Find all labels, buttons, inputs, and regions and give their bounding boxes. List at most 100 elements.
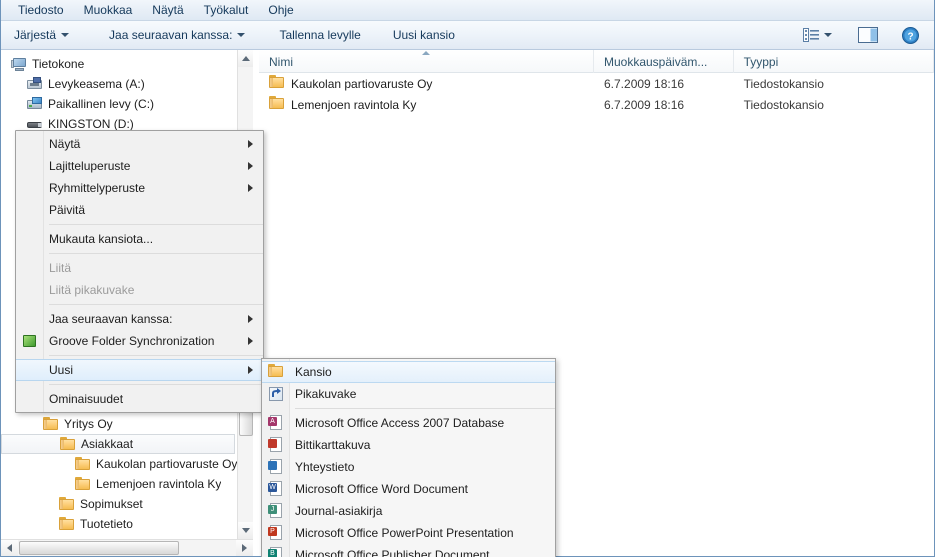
submenu-arrow-icon	[248, 337, 253, 345]
tree-item-sopimukset[interactable]: Sopimukset	[1, 494, 237, 514]
context-menu: Näytä Lajitteluperuste Ryhmittelyperuste Pä…	[15, 130, 264, 413]
context-menu-item-uusi[interactable]: Uusi	[16, 359, 263, 381]
context-menu-item-groove-folder-synchronization[interactable]: Groove Folder Synchronization	[16, 330, 263, 352]
menu-item-view[interactable]: Näytä	[143, 1, 192, 19]
submenu-arrow-icon	[248, 140, 253, 148]
submenu-item-journal-asiakirja[interactable]: J Journal-asiakirja	[262, 500, 555, 522]
tree-item-label: Levykeasema (A:)	[48, 77, 145, 91]
submenu-item-label: Journal-asiakirja	[295, 504, 383, 518]
context-menu-item-p-ivit[interactable]: Päivitä	[16, 199, 263, 221]
submenu-item-pikakuvake[interactable]: Pikakuvake	[262, 383, 555, 405]
folder-icon	[60, 437, 76, 451]
help-button[interactable]: ?	[897, 24, 924, 47]
new-submenu: Kansio Pikakuvake A Microsoft Office Access…	[261, 358, 556, 557]
submenu-item-kansio[interactable]: Kansio	[262, 361, 555, 383]
save-to-disc-button[interactable]: Tallenna levylle	[270, 24, 369, 46]
share-with-label: Jaa seuraavan kanssa:	[109, 28, 233, 42]
views-button[interactable]	[798, 25, 837, 45]
tree-item-asiakkaat[interactable]: Asiakkaat	[1, 434, 235, 454]
context-menu-item-ominaisuudet[interactable]: Ominaisuudet	[16, 388, 263, 410]
context-menu-item-label: Jaa seuraavan kanssa:	[49, 312, 173, 326]
toolbar-right-group: ?	[798, 24, 934, 47]
scroll-left-button[interactable]	[1, 540, 18, 556]
menu-item-edit[interactable]: Muokkaa	[75, 1, 142, 19]
menu-item-help[interactable]: Ohje	[259, 1, 302, 19]
submenu-item-microsoft-office-word-document[interactable]: W Microsoft Office Word Document	[262, 478, 555, 500]
file-row[interactable]: Lemenjoen ravintola Ky 6.7.2009 18:16 Tied…	[259, 94, 934, 115]
context-menu-item-ryhmittelyperuste[interactable]: Ryhmittelyperuste	[16, 177, 263, 199]
preview-pane-button[interactable]	[853, 24, 883, 46]
submenu-item-label: Yhteystieto	[295, 460, 355, 474]
folder-icon	[43, 417, 59, 431]
submenu-arrow-icon	[248, 315, 253, 323]
submenu-separator	[295, 408, 555, 409]
context-menu-item-label: Päivitä	[49, 203, 86, 217]
submenu-item-label: Microsoft Office PowerPoint Presentation	[295, 526, 514, 540]
tree-item-icon	[75, 457, 91, 471]
context-menu-item-label: Liitä	[49, 261, 72, 275]
scroll-down-button[interactable]	[238, 522, 253, 539]
submenu-item-icon: J	[268, 503, 284, 519]
tree-item-label: Sopimukset	[80, 497, 143, 511]
column-header-label: Muokkauspäiväm...	[603, 54, 708, 69]
tree-item-yritys-oy[interactable]: Yritys Oy	[1, 414, 237, 434]
submenu-item-icon	[268, 437, 284, 453]
nav-hscroll-thumb[interactable]	[19, 541, 179, 555]
context-menu-item-liit-pikakuvake: Liitä pikakuvake	[16, 279, 263, 301]
share-with-button[interactable]: Jaa seuraavan kanssa:	[100, 24, 254, 46]
tree-item-paikallinen-levy-c[interactable]: Paikallinen levy (C:)	[1, 94, 237, 114]
tree-item-kaukolan-partiovaruste-oy[interactable]: Kaukolan partiovaruste Oy	[1, 454, 237, 474]
views-list-icon	[803, 28, 819, 42]
submenu-item-bittikarttakuva[interactable]: Bittikarttakuva	[262, 434, 555, 456]
context-menu-item-label: Lajitteluperuste	[49, 159, 131, 173]
new-folder-button[interactable]: Uusi kansio	[384, 24, 464, 46]
svg-text:?: ?	[907, 31, 913, 42]
context-menu-item-mukauta-kansiota[interactable]: Mukauta kansiota...	[16, 228, 263, 250]
context-menu-item-label: Uusi	[49, 363, 74, 377]
menu-item-file[interactable]: Tiedosto	[9, 1, 73, 19]
save-to-disc-label: Tallenna levylle	[279, 28, 361, 42]
submenu-arrow-icon	[248, 162, 253, 170]
context-menu-item-n-yt[interactable]: Näytä	[16, 133, 263, 155]
submenu-item-microsoft-office-publisher-document[interactable]: B Microsoft Office Publisher Document	[262, 544, 555, 557]
tree-item-label: Lemenjoen ravintola Ky	[96, 477, 222, 491]
scroll-right-button[interactable]	[236, 540, 253, 556]
tree-item-levykeasema-a[interactable]: Levykeasema (A:)	[1, 74, 237, 94]
menu-item-tools[interactable]: Työkalut	[195, 1, 258, 19]
file-icon	[269, 75, 285, 92]
column-header-tyyppi[interactable]: Tyyppi	[734, 50, 934, 73]
submenu-item-microsoft-office-powerpoint-presentation[interactable]: P Microsoft Office PowerPoint Presentatio…	[262, 522, 555, 544]
submenu-item-icon: A	[268, 415, 284, 431]
submenu-item-yhteystieto[interactable]: Yhteystieto	[262, 456, 555, 478]
submenu-item-label: Bittikarttakuva	[295, 438, 371, 452]
groove-icon	[22, 333, 38, 349]
tree-item-icon	[11, 57, 27, 71]
column-header-row: Nimi Muokkauspäiväm... Tyyppi	[259, 50, 934, 73]
column-header-nimi[interactable]: Nimi	[259, 50, 594, 73]
submenu-item-icon	[268, 459, 284, 475]
file-type-cell: Tiedostokansio	[743, 76, 824, 91]
scroll-up-button[interactable]	[238, 50, 253, 67]
context-menu-item-lajitteluperuste[interactable]: Lajitteluperuste	[16, 155, 263, 177]
context-menu-item-label: Mukauta kansiota...	[49, 232, 154, 246]
tree-item-tuotetieto[interactable]: Tuotetieto	[1, 514, 237, 534]
chevron-down-icon	[242, 528, 250, 533]
tree-item-label: Kaukolan partiovaruste Oy	[96, 457, 237, 471]
tree-item-tietokone[interactable]: Tietokone	[1, 54, 237, 74]
chevron-left-icon	[7, 544, 12, 552]
file-name-label: Kaukolan partiovaruste Oy	[291, 76, 433, 91]
nav-horizontal-scrollbar[interactable]	[1, 539, 253, 556]
content-area: Tietokone Levykeasema (A:) Paikallinen lev…	[1, 50, 934, 557]
folder-icon	[75, 477, 91, 491]
file-row[interactable]: Kaukolan partiovaruste Oy 6.7.2009 18:16 T…	[259, 73, 934, 94]
organize-button[interactable]: Järjestä	[5, 24, 78, 46]
tree-item-label: Yritys Oy	[64, 417, 113, 431]
context-menu-separator	[49, 253, 263, 254]
context-menu-item-jaa-seuraavan-kanssa[interactable]: Jaa seuraavan kanssa:	[16, 308, 263, 330]
chevron-right-icon	[242, 544, 247, 552]
tree-item-icon	[60, 437, 76, 451]
column-header-muokkausp-iv-m[interactable]: Muokkauspäiväm...	[594, 50, 734, 73]
tree-item-lemenjoen-ravintola-ky[interactable]: Lemenjoen ravintola Ky	[1, 474, 237, 494]
submenu-item-microsoft-office-access-2007-database[interactable]: A Microsoft Office Access 2007 Database	[262, 412, 555, 434]
tree-item-label: Paikallinen levy (C:)	[48, 97, 155, 111]
